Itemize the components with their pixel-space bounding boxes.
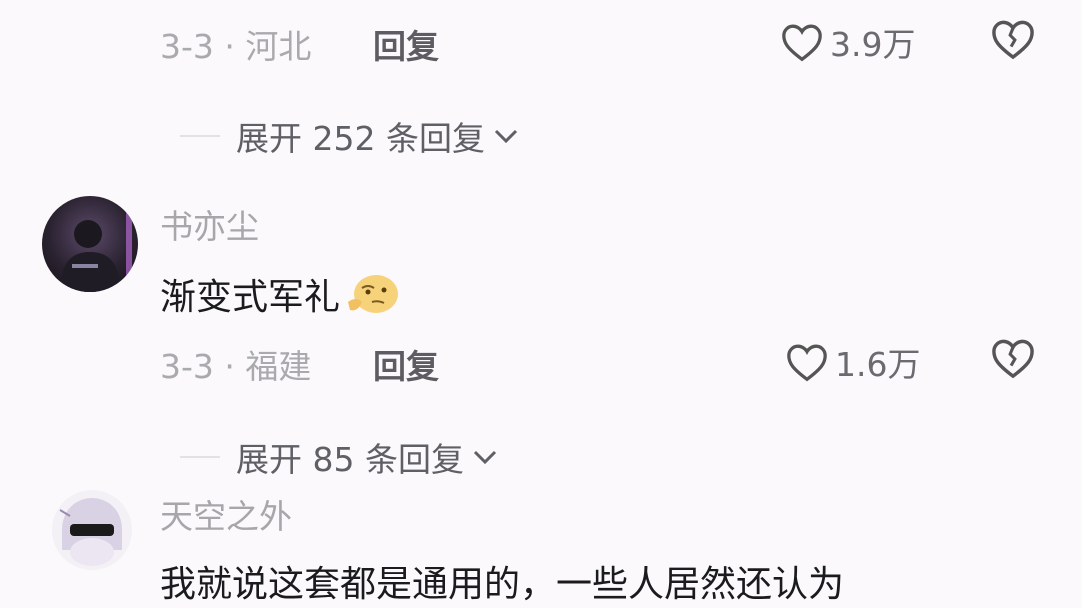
username[interactable]: 天空之外	[160, 490, 292, 538]
like-button[interactable]: 3.9万	[780, 18, 915, 66]
like-count: 3.9万	[830, 25, 916, 64]
reply-button[interactable]: 回复	[373, 340, 439, 388]
comment-text: 渐变式军礼	[160, 277, 341, 318]
thinking-face-emoji	[348, 275, 399, 313]
comment-meta: 3-3 · 福建	[160, 347, 312, 386]
comment-meta: 3-3 · 河北	[160, 27, 312, 66]
divider-line	[180, 135, 220, 137]
username[interactable]: 书亦尘	[160, 200, 259, 248]
reply-button[interactable]: 回复	[373, 20, 439, 68]
avatar[interactable]	[42, 196, 138, 292]
expand-replies[interactable]: 展开 85 条回复	[180, 433, 498, 481]
comment-text: 我就说这套都是通用的，一些人居然还认为	[160, 564, 845, 605]
like-count: 1.6万	[835, 345, 921, 384]
avatar[interactable]	[52, 490, 132, 570]
heart-outline-icon	[787, 344, 827, 382]
avatar-figure	[60, 206, 132, 292]
broken-heart-icon	[992, 339, 1034, 379]
expand-label: 展开 85 条回复	[236, 440, 464, 479]
like-button[interactable]: 1.6万	[785, 338, 920, 386]
avatar-figure	[59, 498, 122, 566]
expand-replies[interactable]: 展开 252 条回复	[180, 112, 519, 160]
dislike-button[interactable]	[990, 337, 1036, 383]
broken-heart-icon	[992, 20, 1034, 60]
heart-outline-icon	[782, 24, 822, 62]
dislike-button[interactable]	[990, 18, 1036, 64]
expand-label: 展开 252 条回复	[236, 119, 485, 158]
comment-content: 渐变式军礼	[160, 268, 400, 320]
chevron-down-icon	[473, 450, 497, 465]
chevron-down-icon	[494, 129, 518, 144]
divider-line	[180, 456, 220, 458]
